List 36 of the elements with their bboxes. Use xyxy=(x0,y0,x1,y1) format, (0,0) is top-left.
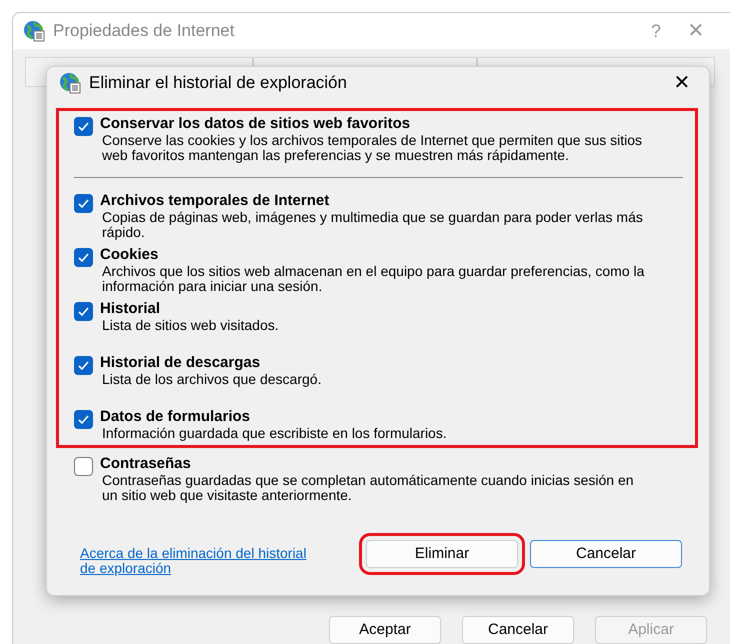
close-button[interactable]: ✕ xyxy=(667,68,697,98)
checkbox[interactable] xyxy=(74,457,93,476)
dialog-button[interactable]: Cancelar xyxy=(462,616,574,644)
check-icon xyxy=(77,251,90,264)
dialog-button[interactable]: Cancelar xyxy=(530,540,682,568)
check-icon xyxy=(77,413,90,426)
option-label: Historial xyxy=(100,300,162,318)
checkbox[interactable] xyxy=(74,248,93,267)
option-description: Conserve las cookies y los archivos temporales de Internet que permiten que sus sitios web favoritos mantengan las preferencias y se muestren más rápidamente. xyxy=(102,133,644,163)
option-label: Datos de formularios xyxy=(100,408,252,426)
checkbox[interactable] xyxy=(74,410,93,429)
check-icon xyxy=(77,305,90,318)
option-label: Historial de descargas xyxy=(100,354,262,372)
checkbox[interactable] xyxy=(74,356,93,375)
window-title: Propiedades de Internet xyxy=(53,20,234,42)
option-label: Conservar los datos de sitios web favoritos xyxy=(100,115,412,133)
checkbox[interactable] xyxy=(74,117,93,136)
globe-icon xyxy=(59,72,81,94)
check-icon xyxy=(77,120,90,133)
checkbox[interactable] xyxy=(74,194,93,213)
option-label: Cookies xyxy=(100,246,160,264)
option-description: Lista de sitios web visitados. xyxy=(102,318,280,333)
option-description: Información guardada que escribiste en los formularios. xyxy=(102,426,448,441)
check-icon xyxy=(77,197,90,210)
option-description: Archivos que los sitios web almacenan en el equipo para guardar preferencias, como la información para iniciar una sesión. xyxy=(102,264,646,294)
option-label: Archivos temporales de Internet xyxy=(100,192,330,210)
option-description: Lista de los archivos que descargó. xyxy=(102,372,322,387)
checkbox[interactable] xyxy=(74,302,93,321)
help-link[interactable]: Acerca de la eliminación del historial de exploración xyxy=(80,546,312,576)
option-description: Copias de páginas web, imágenes y multimedia que se guardan para poder verlas más rápido. xyxy=(102,210,644,240)
dialog-button[interactable]: Aceptar xyxy=(329,616,441,644)
dialog-title: Eliminar el historial de exploración xyxy=(89,72,347,94)
option-description: Contraseñas guardadas que se completan automáticamente cuando inicias sesión en un sitio web que visitaste anteriormente. xyxy=(102,473,635,503)
option-label: Contraseñas xyxy=(100,455,192,473)
check-icon xyxy=(77,359,90,372)
globe-icon xyxy=(23,20,45,42)
